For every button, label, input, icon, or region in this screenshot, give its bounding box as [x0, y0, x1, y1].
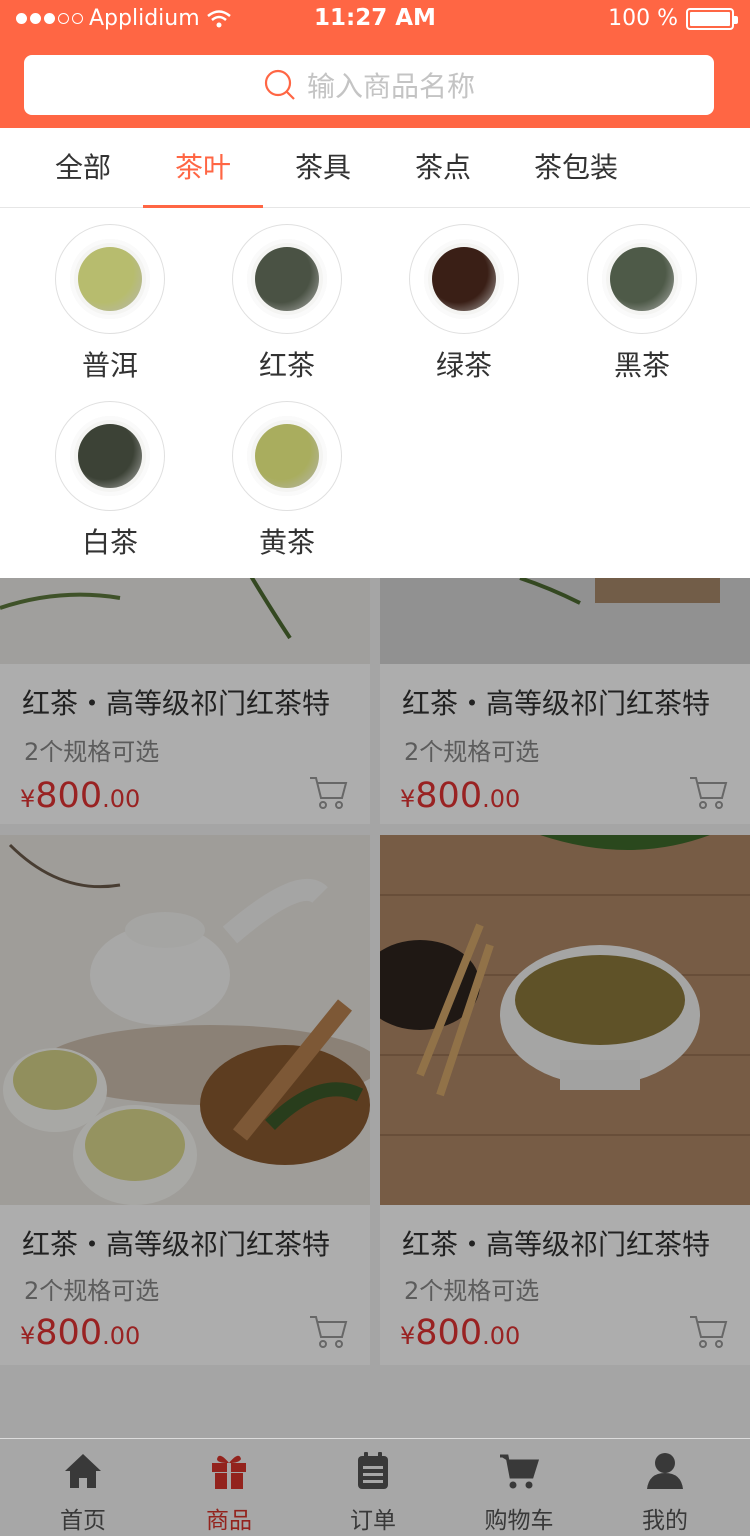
search-icon — [264, 69, 295, 100]
bottom-tab-bar: 首页 商品 订单 购物车 我的 — [0, 1438, 750, 1536]
header: Applidium 11:27 AM 100 % 输入商品名称 — [0, 0, 750, 128]
subcategory-image — [232, 401, 342, 511]
battery-percent: 100 % — [608, 6, 678, 31]
subcategory-green-tea[interactable]: 绿茶 — [394, 224, 534, 384]
subcategory-image — [409, 224, 519, 334]
subcategory-yellow-tea[interactable]: 黄茶 — [217, 401, 357, 561]
tab-tea-leaves[interactable]: 茶叶 — [143, 128, 263, 208]
subcategory-label: 白茶 — [81, 526, 138, 559]
subcategory-white-tea[interactable]: 白茶 — [40, 401, 180, 561]
battery-info: 100 % — [608, 6, 738, 31]
subcategory-label: 黑茶 — [613, 349, 670, 382]
subcategory-panel: 普洱 红茶 绿茶 黑茶 白茶 黄茶 — [0, 208, 750, 578]
subcategory-image — [55, 224, 165, 334]
tab-tea-ware[interactable]: 茶具 — [263, 128, 383, 208]
tab-tea-snacks[interactable]: 茶点 — [383, 128, 503, 208]
subcategory-image — [587, 224, 697, 334]
subcategory-label: 普洱 — [81, 349, 138, 382]
subcategory-label: 绿茶 — [435, 349, 492, 382]
tabbar-dim-overlay — [0, 1439, 750, 1536]
subcategory-puer[interactable]: 普洱 — [40, 224, 180, 384]
tab-tea-packaging[interactable]: 茶包装 — [516, 128, 636, 208]
subcategory-black-tea[interactable]: 红茶 — [217, 224, 357, 384]
search-input[interactable]: 输入商品名称 — [24, 55, 714, 115]
category-tabs: 全部 茶叶 茶具 茶点 茶包装 — [0, 128, 750, 208]
subcategory-label: 红茶 — [258, 349, 315, 382]
tab-all[interactable]: 全部 — [23, 128, 143, 208]
battery-icon — [686, 7, 738, 30]
subcategory-dark-tea[interactable]: 黑茶 — [572, 224, 712, 384]
search-placeholder: 输入商品名称 — [306, 70, 475, 103]
status-bar: Applidium 11:27 AM 100 % — [0, 0, 750, 40]
subcategory-label: 黄茶 — [258, 526, 315, 559]
subcategory-image — [232, 224, 342, 334]
subcategory-image — [55, 401, 165, 511]
